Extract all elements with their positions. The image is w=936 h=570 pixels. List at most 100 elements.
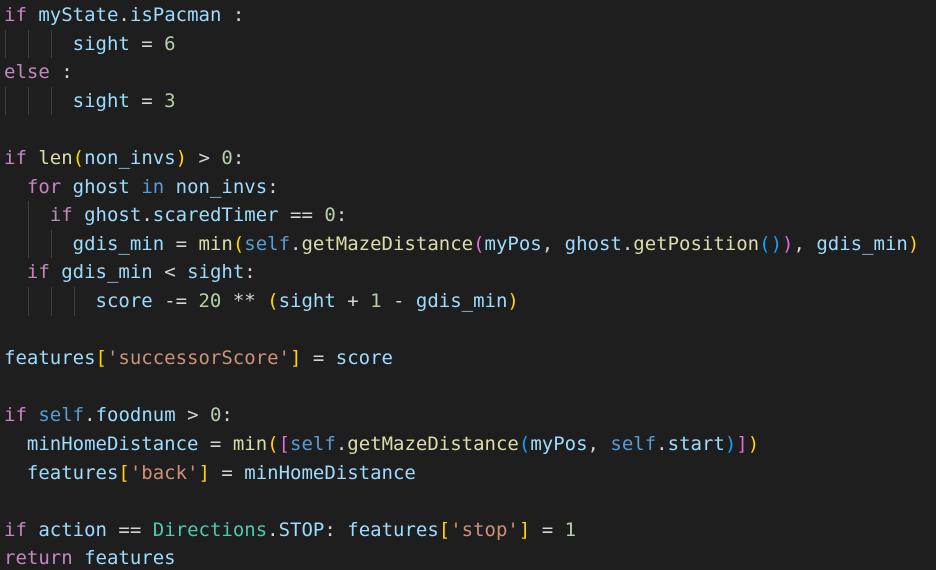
code-token: sight xyxy=(278,290,336,312)
code-token: ) xyxy=(907,232,920,255)
code-token: getPosition xyxy=(633,232,760,255)
code-token: . xyxy=(656,433,668,455)
code-token: -= xyxy=(152,290,199,312)
code-token: sight xyxy=(72,32,130,55)
code-token: : xyxy=(49,61,73,84)
code-token: ) xyxy=(724,433,737,455)
code-token: len xyxy=(38,147,73,169)
code-token: if xyxy=(4,404,27,427)
code-token: = xyxy=(198,433,233,455)
code-token: : xyxy=(221,404,233,427)
code-token: : xyxy=(335,204,348,227)
code-token: 0 xyxy=(324,204,336,227)
code-token: gdis_min xyxy=(816,232,908,255)
code-token: + xyxy=(335,290,371,312)
code-token: score xyxy=(95,290,153,312)
code-token: if xyxy=(4,4,27,26)
code-line: sight = 6 xyxy=(4,30,176,59)
code-line: return features xyxy=(4,544,176,570)
code-editor[interactable]: if myState.isPacman : sight = 6 else : si… xyxy=(0,0,936,570)
code-token: = xyxy=(129,89,165,112)
code-token: : xyxy=(267,175,279,198)
code-token: : xyxy=(232,147,245,169)
code-token: features xyxy=(347,518,439,541)
code-token: . xyxy=(141,204,153,227)
code-token: > xyxy=(187,147,222,169)
code-line: else : xyxy=(4,58,73,87)
code-token: . xyxy=(118,4,130,26)
code-token: 6 xyxy=(164,32,176,55)
code-token: : xyxy=(244,261,256,284)
code-line: minHomeDistance = min([self.getMazeDista… xyxy=(4,430,759,459)
code-token: Directions xyxy=(152,518,268,541)
code-token: self xyxy=(290,433,336,455)
code-token: self xyxy=(610,433,657,455)
code-token: getMazeDistance xyxy=(301,232,474,255)
code-line: if myState.isPacman : xyxy=(4,1,244,30)
code-token: 20 xyxy=(198,290,222,312)
code-token: min xyxy=(232,433,268,455)
code-token: ) xyxy=(507,290,519,312)
code-token: sight xyxy=(187,261,245,284)
code-token: if xyxy=(49,204,73,227)
code-token: 0 xyxy=(221,147,233,169)
code-token: if xyxy=(26,261,50,284)
code-token: return xyxy=(4,547,73,570)
code-token: getMazeDistance xyxy=(347,433,519,455)
code-token: 'stop' xyxy=(450,518,519,541)
code-line: for ghost in non_invs: xyxy=(4,173,279,202)
code-token: 'successorScore' xyxy=(106,347,290,370)
code-token: [ xyxy=(278,433,291,455)
code-line: if gdis_min < sight: xyxy=(4,258,256,287)
code-token: < xyxy=(152,261,188,284)
code-token: ** xyxy=(221,290,268,312)
code-token: non_invs xyxy=(84,147,176,169)
code-token: ( xyxy=(267,290,279,312)
code-token: . xyxy=(335,433,348,455)
code-token: ] xyxy=(198,461,210,484)
code-token: isPacman xyxy=(129,4,222,26)
code-token: self xyxy=(38,404,85,427)
code-token: features xyxy=(84,547,176,570)
code-token: ( xyxy=(267,433,279,455)
code-token: == xyxy=(278,204,325,227)
code-token: [ xyxy=(95,347,107,370)
code-token: = xyxy=(301,347,336,370)
code-token: [ xyxy=(118,461,130,484)
code-token: non_invs xyxy=(175,175,268,198)
code-token: start xyxy=(667,433,725,455)
code-token: : xyxy=(221,4,245,26)
code-token: features xyxy=(4,347,96,370)
code-line: features['successorScore'] = score xyxy=(4,344,393,373)
code-token: gdis_min xyxy=(61,261,153,284)
code-token: - xyxy=(381,290,416,312)
code-token: ] xyxy=(518,518,531,541)
code-token: score xyxy=(335,347,393,370)
code-token: if xyxy=(4,518,27,541)
code-token: ] xyxy=(290,347,302,370)
code-token: , xyxy=(793,232,817,255)
code-token: . xyxy=(621,232,634,255)
code-token: for xyxy=(26,175,62,198)
code-token: min xyxy=(198,232,233,255)
code-token: self xyxy=(244,232,291,255)
code-token: ] xyxy=(736,433,748,455)
code-token: 1 xyxy=(564,518,577,541)
code-token: action xyxy=(38,518,107,541)
code-line: if self.foodnum > 0: xyxy=(4,401,233,430)
code-line: if ghost.scaredTimer == 0: xyxy=(4,201,348,230)
code-token: ( xyxy=(232,232,245,255)
code-token: if xyxy=(4,147,27,169)
code-line: if len(non_invs) > 0: xyxy=(4,144,244,173)
code-token: . xyxy=(84,404,96,427)
